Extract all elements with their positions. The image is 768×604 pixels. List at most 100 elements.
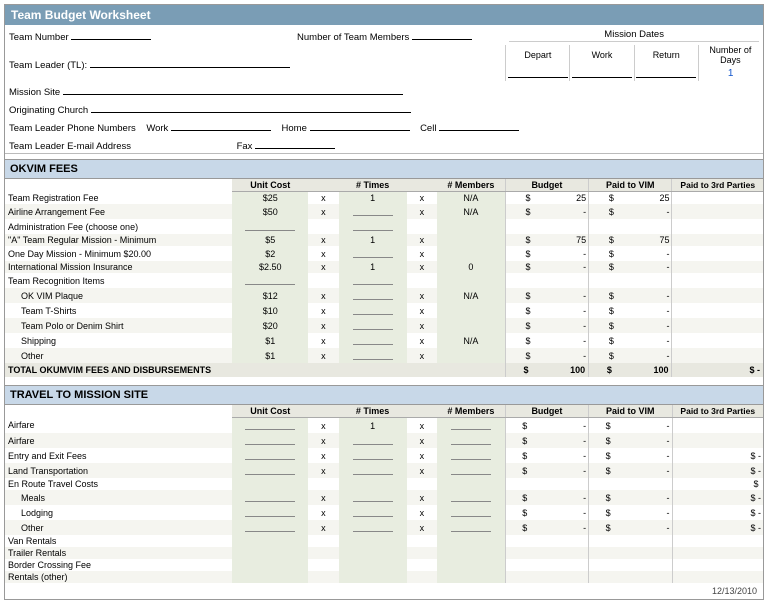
fee-budget-dollar: $ [505, 261, 531, 273]
fee-unit-cost: $12 [232, 288, 308, 303]
travel-budget-val [528, 559, 588, 571]
travel-unit-cost [232, 433, 308, 448]
fees-total-label: TOTAL OKUMVIM FEES AND DISBURSEMENTS [5, 363, 505, 377]
travel-row: Border Crossing Fee [5, 559, 763, 571]
fee-unit-cost: $2 [232, 246, 308, 261]
travel-paid-dollar: $ [589, 463, 612, 478]
travel-x2: x [407, 520, 437, 535]
travel-members [437, 520, 505, 535]
travel-unit-cost [232, 505, 308, 520]
travel-unit-cost [232, 490, 308, 505]
fee-paid-val: - [615, 204, 672, 219]
mission-site-row: Mission Site [5, 81, 763, 99]
return-value[interactable] [634, 65, 698, 81]
travel-paid3rd [672, 559, 763, 571]
num-members-cell: Number of Team Members [293, 25, 505, 45]
fee-members: N/A [437, 333, 505, 348]
fees-col-x2 [407, 179, 437, 192]
travel-paid-val [612, 535, 672, 547]
work-field[interactable] [572, 65, 632, 78]
fee-members: N/A [437, 288, 505, 303]
fee-x1 [308, 219, 338, 234]
travel-title: TRAVEL TO MISSION SITE [10, 389, 148, 401]
travel-paid-val [612, 547, 672, 559]
fees-title: OKVIM FEES [10, 163, 78, 175]
fee-x2: x [407, 288, 437, 303]
fee-paid3rd [672, 318, 763, 333]
fees-row: OK VIM Plaque $12 x x N/A $ - $ - [5, 288, 763, 303]
depart-field[interactable] [508, 65, 568, 78]
fee-row-label: Airline Arrangement Fee [5, 204, 232, 219]
team-leader-field[interactable] [90, 55, 290, 68]
travel-row: Trailer Rentals [5, 547, 763, 559]
travel-row-label: Airfare [5, 418, 232, 434]
travel-unit-cost [232, 547, 308, 559]
orig-church-field[interactable] [91, 100, 411, 113]
fee-row-label: Administration Fee (choose one) [5, 219, 232, 234]
travel-row: Land Transportation x x $ - $ - $ - [5, 463, 763, 478]
travel-col-paid-vim: Paid to VIM [589, 405, 672, 418]
travel-x2 [407, 535, 437, 547]
travel-paid3rd [672, 571, 763, 583]
work-header: Work [570, 45, 634, 65]
fee-paid3rd [672, 192, 763, 205]
fee-budget-val: - [532, 204, 589, 219]
travel-budget-val [528, 535, 588, 547]
travel-budget-val: - [528, 520, 588, 535]
fee-paid3rd [672, 261, 763, 273]
travel-budget-dollar: $ [505, 448, 528, 463]
fee-paid-dollar: $ [589, 192, 615, 205]
travel-unit-cost [232, 520, 308, 535]
fax-field[interactable] [255, 136, 335, 149]
fee-times [339, 333, 407, 348]
travel-x1 [308, 535, 338, 547]
mission-site-field[interactable] [63, 82, 403, 95]
travel-times [339, 433, 407, 448]
fee-x1: x [308, 318, 338, 333]
home-phone-field[interactable] [310, 118, 410, 131]
fee-members: N/A [437, 204, 505, 219]
fees-col-times: # Times [339, 179, 407, 192]
fee-paid-val: - [615, 348, 672, 363]
fee-unit-cost: $20 [232, 318, 308, 333]
travel-x1 [308, 571, 338, 583]
travel-paid-val: - [612, 505, 672, 520]
travel-budget-val: - [528, 448, 588, 463]
travel-x1: x [308, 433, 338, 448]
fee-budget-dollar: $ [505, 246, 531, 261]
footer-date: 12/13/2010 [5, 583, 763, 599]
fee-paid3rd [672, 348, 763, 363]
travel-col-x2 [407, 405, 437, 418]
travel-x2: x [407, 448, 437, 463]
depart-header: Depart [506, 45, 570, 65]
fee-members [437, 303, 505, 318]
work-value[interactable] [570, 65, 634, 81]
travel-members [437, 559, 505, 571]
fee-members [437, 246, 505, 261]
fee-unit-cost: $1 [232, 333, 308, 348]
num-members-label: Number of Team Members [297, 32, 409, 43]
travel-row: Other x x $ - $ - $ - [5, 520, 763, 535]
work-phone-field[interactable] [171, 118, 271, 131]
travel-budget-val: - [528, 505, 588, 520]
depart-value[interactable] [506, 65, 570, 81]
fee-times: 1 [339, 234, 407, 246]
travel-row: Meals x x $ - $ - $ - [5, 490, 763, 505]
cell-field[interactable] [439, 118, 519, 131]
return-field[interactable] [636, 65, 696, 78]
travel-paid3rd [672, 535, 763, 547]
travel-paid-val: - [612, 490, 672, 505]
fee-paid3rd [672, 303, 763, 318]
travel-paid3rd: $ - [672, 490, 763, 505]
fee-times [339, 303, 407, 318]
fee-row-label: OK VIM Plaque [5, 288, 232, 303]
travel-budget-dollar: $ [505, 433, 528, 448]
fees-row: One Day Mission - Minimum $20.00 $2 x x … [5, 246, 763, 261]
fee-row-label: Shipping [5, 333, 232, 348]
team-number-field[interactable] [71, 27, 151, 40]
travel-x1 [308, 478, 338, 490]
travel-unit-cost [232, 448, 308, 463]
num-members-field[interactable] [412, 27, 472, 40]
fee-unit-cost: $2.50 [232, 261, 308, 273]
email-row: Team Leader E-mail Address Fax [5, 135, 763, 154]
